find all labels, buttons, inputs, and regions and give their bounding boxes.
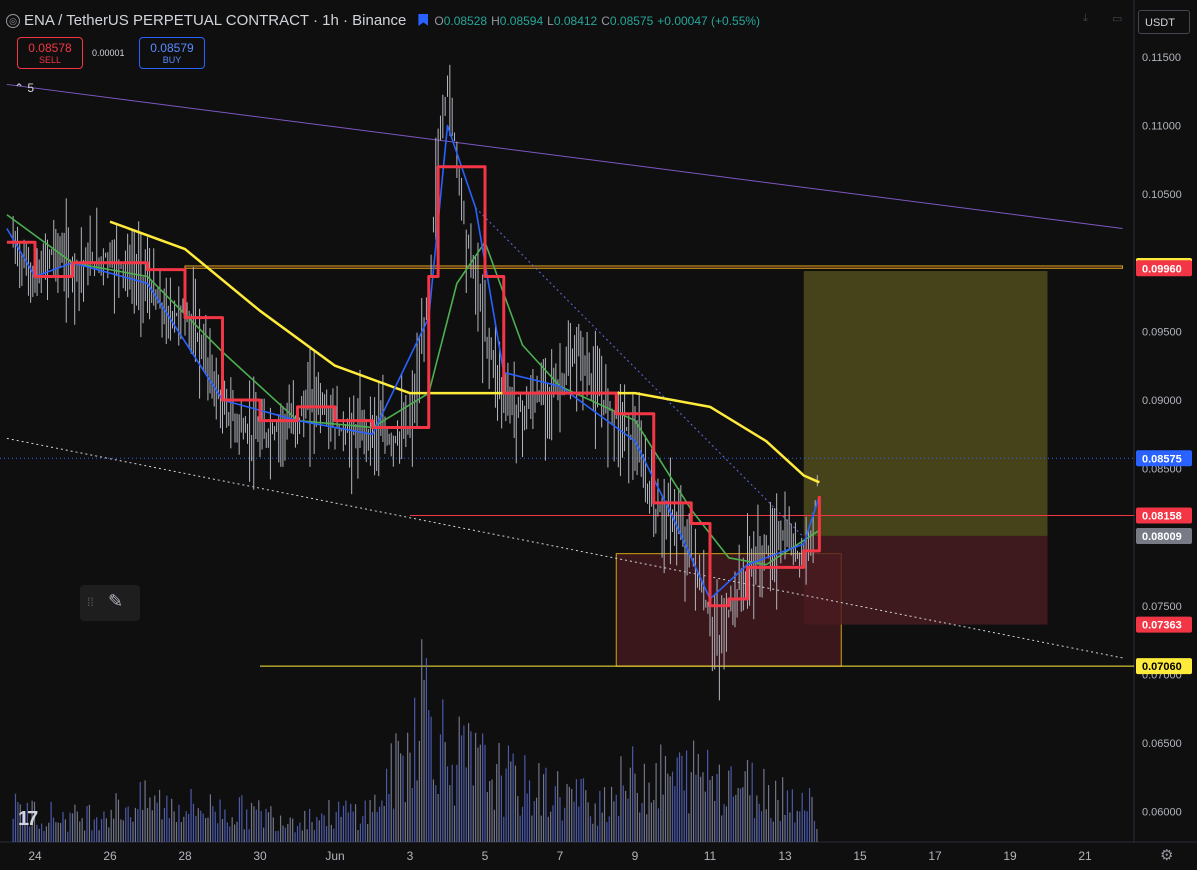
brush-icon[interactable]: ✎	[108, 591, 123, 612]
chevron-up-icon: ⌃	[14, 81, 25, 95]
x-tick-label: 26	[103, 849, 117, 863]
download-icon[interactable]: ⤓	[1083, 12, 1088, 25]
y-tick-label: 0.07500	[1142, 601, 1182, 613]
high-value: 0.08594	[499, 14, 544, 28]
fullscreen-icon[interactable]: ▭	[1112, 12, 1122, 25]
drawing-toolbar[interactable]: ⁞⁞ ✎	[80, 585, 140, 621]
y-tick-label: 0.10500	[1142, 189, 1182, 201]
position-target-zone	[803, 271, 1048, 536]
ohlc-legend: O0.08528 H0.08594 L0.08412 C0.08575 +0.00047…	[434, 14, 761, 28]
buy-price: 0.08579	[150, 41, 194, 55]
currency-selector[interactable]: USDT	[1138, 10, 1190, 34]
supply-zone	[184, 265, 1123, 269]
y-tick-label: 0.09000	[1142, 395, 1182, 407]
y-tick-label: 0.09500	[1142, 326, 1182, 338]
chart-header: ◎ ENA / TetherUS PERPETUAL CONTRACT · 1h …	[6, 12, 764, 29]
buy-label: BUY	[162, 55, 182, 65]
buy-button[interactable]: 0.08579 BUY	[139, 37, 205, 69]
level-badge-label: 0.08575	[1142, 453, 1182, 465]
sell-label: SELL	[38, 55, 62, 65]
x-tick-label: 5	[482, 849, 489, 863]
open-value: 0.08528	[443, 14, 488, 28]
level-badge-label: 0.08009	[1142, 531, 1182, 543]
sell-price: 0.08578	[28, 41, 72, 55]
x-tick-label: 3	[407, 849, 414, 863]
position-stop-zone	[803, 535, 1048, 625]
price-chart[interactable]: 0.115000.110000.105000.100000.095000.090…	[0, 0, 1197, 870]
y-tick-label: 0.06000	[1142, 807, 1182, 819]
x-tick-label: 7	[557, 849, 564, 863]
x-tick-label: 28	[178, 849, 192, 863]
close-value: 0.08575	[609, 14, 654, 28]
sell-button[interactable]: 0.08578 SELL	[17, 37, 83, 69]
gear-icon[interactable]: ⚙	[1160, 846, 1173, 864]
x-tick-label: 9	[632, 849, 639, 863]
x-tick-label: 19	[1003, 849, 1017, 863]
x-tick-label: Jun	[325, 849, 344, 863]
indicator-count: 5	[27, 81, 35, 95]
x-tick-label: 11	[704, 849, 717, 863]
x-tick-label: 15	[853, 849, 867, 863]
level-badge-label: 0.09960	[1142, 263, 1182, 275]
y-tick-label: 0.06500	[1142, 738, 1182, 750]
indicators-toggle[interactable]: ⌃ 5	[14, 81, 34, 95]
drag-handle-icon[interactable]: ⁞⁞	[87, 595, 94, 609]
tradingview-logo[interactable]: 17	[18, 808, 38, 831]
level-badge-label: 0.07060	[1142, 661, 1182, 673]
flag-icon[interactable]	[418, 14, 429, 26]
x-tick-label: 13	[778, 849, 792, 863]
symbol-icon[interactable]: ◎	[6, 14, 20, 28]
symbol-title[interactable]: ENA / TetherUS PERPETUAL CONTRACT · 1h ·…	[24, 12, 406, 29]
level-badge-label: 0.08158	[1142, 511, 1182, 523]
x-tick-label: 17	[928, 849, 942, 863]
y-tick-label: 0.11000	[1142, 121, 1181, 133]
y-tick-label: 0.11500	[1142, 52, 1181, 64]
level-badge-label: 0.07363	[1142, 620, 1182, 632]
change-value: +0.00047 (+0.55%)	[657, 14, 761, 28]
low-value: 0.08412	[553, 14, 598, 28]
x-tick-label: 24	[28, 849, 42, 863]
x-tick-label: 21	[1078, 849, 1092, 863]
x-tick-label: 30	[253, 849, 267, 863]
spread-value: 0.00001	[92, 48, 125, 58]
